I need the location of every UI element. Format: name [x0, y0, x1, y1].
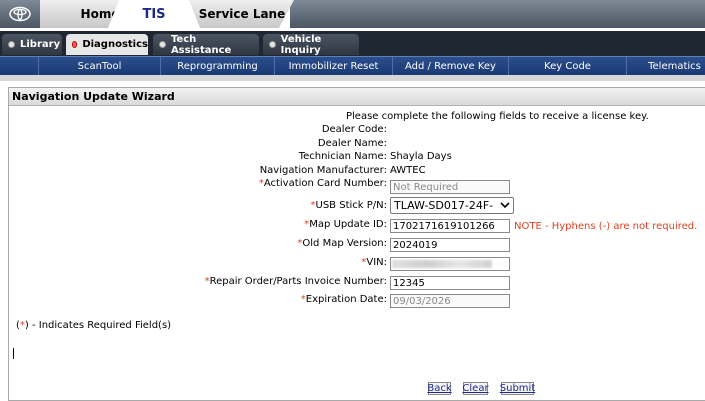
radio-icon: [8, 41, 15, 48]
nav-item-label: Telematics: [648, 60, 701, 72]
repair-order-label: *Repair Order/Parts Invoice Number:: [205, 276, 387, 287]
tab-tech-assistance-label: Tech Assistance: [170, 33, 232, 56]
usb-stick-label: *USB Stick P/N:: [311, 200, 387, 211]
nav-item-immobilizer-reset[interactable]: Immobilizer Reset: [274, 57, 392, 75]
nav-item-label: Add / Remove Key: [405, 60, 496, 72]
submit-button[interactable]: Submit: [500, 382, 535, 395]
tab-vehicle-inquiry[interactable]: Vehicle Inquiry: [263, 33, 359, 56]
top-tab-bar: Home Service Lane TIS: [0, 0, 705, 31]
back-button[interactable]: Back: [427, 382, 452, 395]
old-map-version-field[interactable]: [390, 238, 510, 252]
activation-card-label-text: Activation Card Number:: [263, 178, 387, 189]
nav-item-label: Key Code: [544, 60, 591, 72]
map-update-id-label-text: Map Update ID:: [309, 219, 387, 230]
tab-tis[interactable]: TIS: [108, 0, 200, 28]
map-update-id-field[interactable]: [390, 219, 510, 233]
tab-vehicle-inquiry-label: Vehicle Inquiry: [280, 33, 322, 56]
technician-name-value: Shayla Days: [390, 151, 452, 162]
nav-manufacturer-value: AWTEC: [390, 165, 426, 176]
nav-manufacturer-label: Navigation Manufacturer:: [259, 165, 387, 176]
radio-icon: [269, 41, 276, 48]
usb-stick-label-text: USB Stick P/N:: [315, 200, 387, 211]
usb-stick-select[interactable]: TLAW-SD017-24F-: [390, 197, 514, 214]
nav-menu: ScanTool Reprogramming Immobilizer Reset…: [0, 56, 705, 75]
nav-item-telematics[interactable]: Telematics: [626, 57, 705, 75]
vin-label: *VIN:: [361, 257, 387, 268]
tab-diagnostics[interactable]: Diagnostics: [66, 34, 148, 55]
map-update-id-label: *Map Update ID:: [304, 219, 387, 230]
nav-item-scantool[interactable]: ScanTool: [38, 57, 160, 75]
nav-item-reprogramming[interactable]: Reprogramming: [160, 57, 274, 75]
hyphen-note: NOTE - Hyphens (-) are not required.: [514, 221, 698, 232]
repair-order-field[interactable]: [390, 276, 510, 290]
panel-title: Navigation Update Wizard: [9, 88, 705, 106]
nav-item-label: Reprogramming: [177, 60, 258, 72]
usb-stick-selected-value: TLAW-SD017-24F-: [394, 199, 494, 212]
tab-service-lane-label: Service Lane: [198, 7, 286, 21]
activation-card-label: *Activation Card Number:: [259, 178, 387, 189]
old-map-version-label: *Old Map Version:: [297, 238, 387, 249]
dealer-code-label: Dealer Code:: [321, 124, 387, 135]
vin-label-text: VIN:: [366, 257, 387, 268]
tab-library[interactable]: Library: [2, 34, 62, 55]
chevron-down-icon: [500, 199, 510, 213]
sub-tab-bar: Library Diagnostics Tech Assistance Vehi…: [0, 31, 705, 56]
radio-selected-icon: [72, 41, 78, 48]
nav-item-key-code[interactable]: Key Code: [508, 57, 626, 75]
radio-icon: [159, 41, 166, 48]
expiration-date-label: *Expiration Date:: [301, 294, 387, 305]
technician-name-label: Technician Name:: [298, 151, 387, 162]
tab-tech-assistance[interactable]: Tech Assistance: [153, 33, 259, 56]
nav-separator: [0, 75, 705, 81]
required-note-text: ) - Indicates Required Field(s): [24, 320, 172, 331]
old-map-version-label-text: Old Map Version:: [302, 238, 387, 249]
clear-button[interactable]: Clear: [462, 382, 489, 395]
top-bar-fill: [290, 0, 705, 28]
repair-order-label-text: Repair Order/Parts Invoice Number:: [209, 276, 387, 287]
activation-card-field[interactable]: [390, 180, 510, 194]
expiration-date-label-text: Expiration Date:: [305, 294, 387, 305]
text-caret: [13, 348, 14, 359]
tab-tis-label: TIS: [142, 6, 166, 22]
tab-diagnostics-label: Diagnostics: [82, 39, 148, 50]
nav-item-add-remove-key[interactable]: Add / Remove Key: [392, 57, 508, 75]
vin-redacted-value: [392, 260, 492, 268]
nav-item-label: Immobilizer Reset: [288, 60, 379, 72]
nav-item-label: ScanTool: [77, 60, 122, 72]
intro-text: Please complete the following fields to …: [346, 111, 649, 122]
toyota-logo-icon: [0, 0, 40, 28]
tab-library-label: Library: [20, 39, 61, 50]
required-fields-note: (*) - Indicates Required Field(s): [16, 320, 171, 331]
expiration-date-field[interactable]: [390, 294, 510, 308]
dealer-name-label: Dealer Name:: [317, 138, 387, 149]
